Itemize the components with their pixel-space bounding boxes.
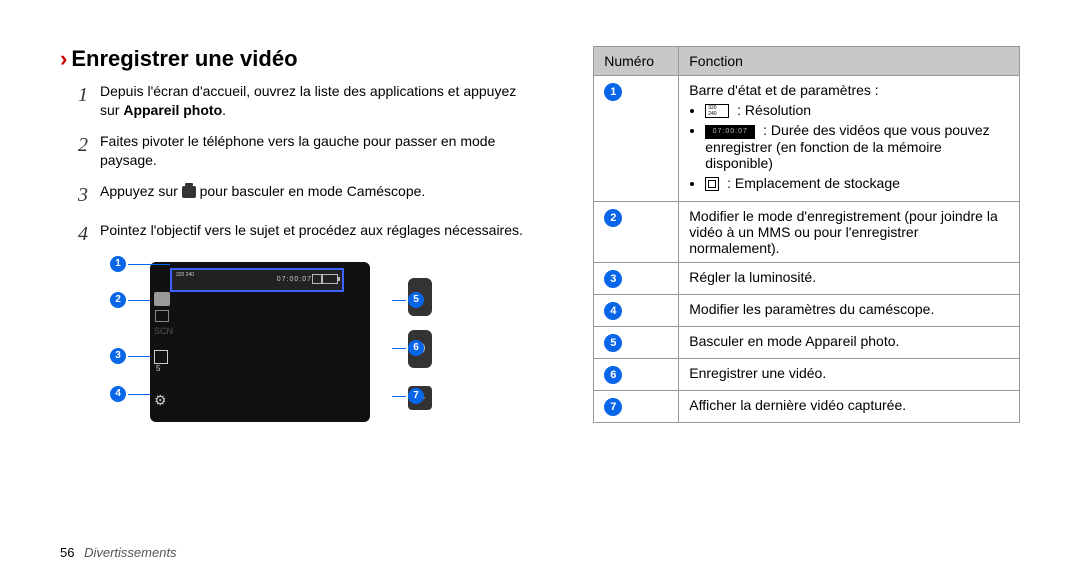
legend-table: Numéro Fonction 1 Barre d'état et de par… <box>593 46 1020 423</box>
callout-line <box>392 348 406 349</box>
page-footer: 56 Divertissements <box>60 545 177 560</box>
table-row: 6 Enregistrer une vidéo. <box>594 358 1020 390</box>
storage-icon <box>705 177 719 191</box>
callout-line <box>128 356 150 357</box>
table-header-row: Numéro Fonction <box>594 47 1020 76</box>
record-mode-icon <box>155 310 169 322</box>
bullet-text: : Emplacement de stockage <box>727 175 900 191</box>
step-2: 2 Faites pivoter le téléphone vers la ga… <box>78 132 535 170</box>
callout-7: 7 <box>408 388 424 404</box>
row-bullets: 320240 : Résolution 07:00:07 : Durée des… <box>689 102 1009 191</box>
storage-icon <box>312 274 322 284</box>
callout-5: 5 <box>408 292 424 308</box>
bullet-text: : Résolution <box>737 102 811 118</box>
step-text: Pointez l'objectif vers le sujet et proc… <box>100 221 523 248</box>
table-row: 2 Modifier le mode d'enregistrement (pou… <box>594 201 1020 262</box>
row-num: 7 <box>594 390 679 422</box>
row-intro: Barre d'état et de paramètres : <box>689 82 1009 98</box>
resolution-icon: 320240 <box>705 104 729 118</box>
row-num: 2 <box>594 201 679 262</box>
row-desc: Modifier le mode d'enregistrement (pour … <box>679 201 1020 262</box>
step-text: Appuyez sur pour basculer en mode Camésc… <box>100 182 425 209</box>
callout-line <box>128 300 150 301</box>
resolution-icon: 320 240 <box>176 272 194 278</box>
camcorder-mode-icon <box>154 292 170 306</box>
callout-line <box>392 396 406 397</box>
row-num: 4 <box>594 294 679 326</box>
row-num: 1 <box>594 76 679 202</box>
step-number: 4 <box>78 221 100 248</box>
num-circle: 4 <box>604 302 622 320</box>
callout-6: 6 <box>408 340 424 356</box>
callout-line <box>392 300 406 301</box>
step-number: 2 <box>78 132 100 170</box>
num-circle: 6 <box>604 366 622 384</box>
num-circle: 2 <box>604 209 622 227</box>
exposure-value: 5 <box>156 364 160 373</box>
chevron-right-icon: › <box>60 48 67 70</box>
num-circle: 7 <box>604 398 622 416</box>
num-circle: 3 <box>604 270 622 288</box>
step-1: 1 Depuis l'écran d'accueil, ouvrez la li… <box>78 82 535 120</box>
camera-icon <box>182 186 196 198</box>
bullet-item: 07:00:07 : Durée des vidéos que vous pou… <box>705 122 1009 170</box>
callout-3: 3 <box>110 348 126 364</box>
exposure-icon <box>154 350 168 364</box>
timer-icon: 07:00:07 <box>705 125 755 139</box>
text-span: pour basculer en mode Caméscope. <box>196 183 426 199</box>
callout-2: 2 <box>110 292 126 308</box>
row-desc: Afficher la dernière vidéo capturée. <box>679 390 1020 422</box>
step-4: 4 Pointez l'objectif vers le sujet et pr… <box>78 221 535 248</box>
step-number: 3 <box>78 182 100 209</box>
page-number: 56 <box>60 545 74 560</box>
section-heading: › Enregistrer une vidéo <box>60 46 535 72</box>
header-numero: Numéro <box>594 47 679 76</box>
right-column: Numéro Fonction 1 Barre d'état et de par… <box>593 46 1020 452</box>
row-desc: Modifier les paramètres du caméscope. <box>679 294 1020 326</box>
num-circle: 1 <box>604 83 622 101</box>
chapter-name: Divertissements <box>84 545 176 560</box>
step-text: Depuis l'écran d'accueil, ouvrez la list… <box>100 82 535 120</box>
gear-icon: ⚙ <box>154 392 167 409</box>
step-number: 1 <box>78 82 100 120</box>
bullet-item: 320240 : Résolution <box>705 102 1009 118</box>
callout-1: 1 <box>110 256 126 272</box>
steps-list: 1 Depuis l'écran d'accueil, ouvrez la li… <box>78 82 535 248</box>
diagram-status-bar: 320 240 07:00:07 <box>170 268 344 292</box>
step-3: 3 Appuyez sur pour basculer en mode Camé… <box>78 182 535 209</box>
left-column: › Enregistrer une vidéo 1 Depuis l'écran… <box>60 46 535 452</box>
step-text: Faites pivoter le téléphone vers la gauc… <box>100 132 535 170</box>
num-circle: 5 <box>604 334 622 352</box>
row-num: 5 <box>594 326 679 358</box>
timer-text: 07:00:07 <box>277 276 312 283</box>
header-fonction: Fonction <box>679 47 1020 76</box>
callout-line <box>128 394 150 395</box>
battery-icon <box>322 274 338 284</box>
table-row: 5 Basculer en mode Appareil photo. <box>594 326 1020 358</box>
table-row: 4 Modifier les paramètres du caméscope. <box>594 294 1020 326</box>
text-span: Appuyez sur <box>100 183 182 199</box>
row-desc: Enregistrer une vidéo. <box>679 358 1020 390</box>
row-desc: Barre d'état et de paramètres : 320240 :… <box>679 76 1020 202</box>
scn-label: SCN <box>154 326 173 336</box>
bold-span: Appareil photo <box>123 102 222 118</box>
text-span: . <box>222 102 226 118</box>
section-title: Enregistrer une vidéo <box>71 46 297 72</box>
table-row: 3 Régler la luminosité. <box>594 262 1020 294</box>
row-desc: Basculer en mode Appareil photo. <box>679 326 1020 358</box>
row-desc: Régler la luminosité. <box>679 262 1020 294</box>
page: › Enregistrer une vidéo 1 Depuis l'écran… <box>0 0 1080 452</box>
table-row: 1 Barre d'état et de paramètres : 320240… <box>594 76 1020 202</box>
table-row: 7 Afficher la dernière vidéo capturée. <box>594 390 1020 422</box>
row-num: 3 <box>594 262 679 294</box>
row-num: 6 <box>594 358 679 390</box>
callout-line <box>128 264 170 265</box>
bullet-item: : Emplacement de stockage <box>705 175 1009 191</box>
camcorder-diagram: 320 240 07:00:07 SCN 5 ⚙ ▶ 1 2 3 4 5 6 7 <box>110 262 430 452</box>
callout-4: 4 <box>110 386 126 402</box>
